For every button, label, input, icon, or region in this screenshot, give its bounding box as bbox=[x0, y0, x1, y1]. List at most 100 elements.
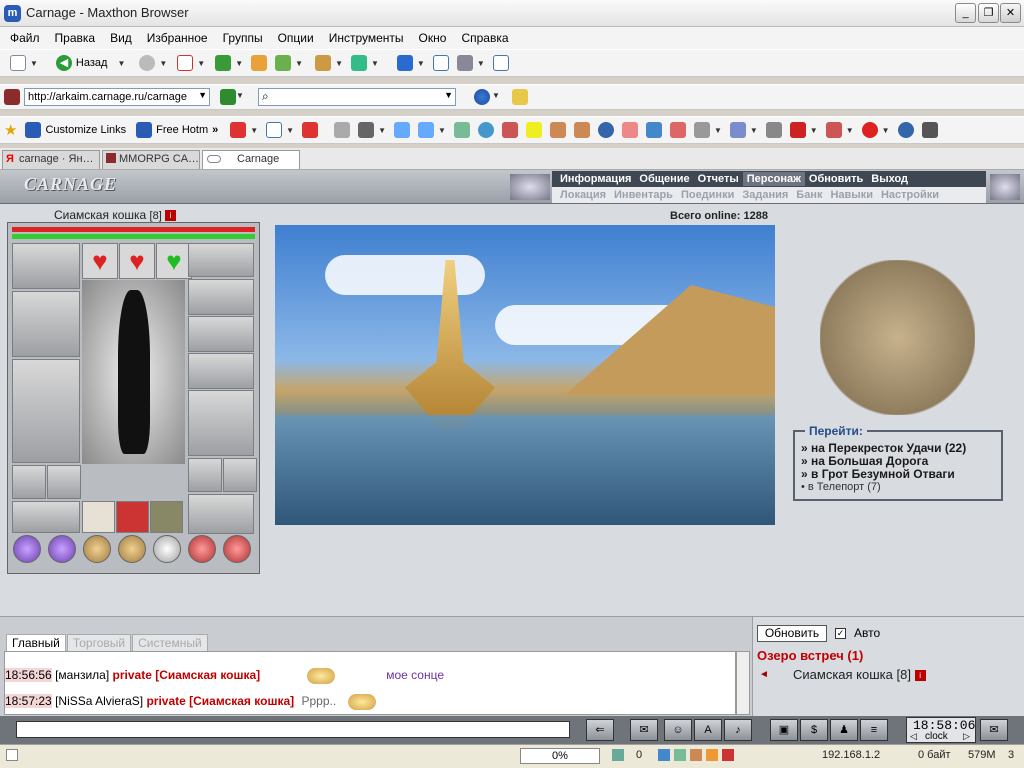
sidebar-icon[interactable] bbox=[432, 55, 449, 71]
chevron-down-icon[interactable]: ▼ bbox=[235, 59, 243, 68]
life-slot-3[interactable]: ♥ bbox=[156, 243, 192, 279]
chevron-down-icon[interactable]: ▼ bbox=[846, 126, 854, 135]
earrings-slot[interactable] bbox=[188, 243, 254, 277]
chevron-down-icon[interactable]: ▼ bbox=[286, 126, 294, 135]
glasses-icon[interactable] bbox=[921, 122, 938, 138]
close-button[interactable]: ✕ bbox=[1000, 3, 1021, 23]
zoom-in-icon[interactable] bbox=[418, 122, 435, 138]
gloves-slot[interactable] bbox=[188, 353, 254, 389]
whisper-arrow-icon[interactable]: ◄ bbox=[759, 669, 769, 680]
sound-status-icon[interactable] bbox=[722, 749, 734, 761]
chevron-down-icon[interactable]: ▼ bbox=[295, 59, 303, 68]
tab-yandex[interactable]: Яcarnage · Ян… bbox=[2, 150, 100, 169]
back-button[interactable]: ◀ Назад bbox=[52, 55, 107, 71]
goto-link-crossroad[interactable]: » на Перекресток Удачи (22) bbox=[801, 441, 966, 455]
weapon-slot[interactable] bbox=[12, 291, 80, 357]
rune-slot-5[interactable] bbox=[153, 535, 181, 563]
menu-tools[interactable]: Инструменты bbox=[329, 31, 404, 45]
nav-character[interactable]: Персонаж bbox=[742, 172, 805, 186]
message-private[interactable]: private [Сиамская кошка] bbox=[146, 694, 294, 708]
chevron-down-icon[interactable]: ▼ bbox=[492, 91, 500, 100]
refresh-icon[interactable] bbox=[215, 55, 232, 71]
message-time[interactable]: 18:56:56 bbox=[5, 668, 52, 683]
chevron-down-icon[interactable]: ▼ bbox=[417, 59, 425, 68]
update-button[interactable]: Обновить bbox=[757, 625, 827, 642]
chat-tab-main[interactable]: Главный bbox=[6, 634, 66, 651]
chat-tab-trade[interactable]: Торговый bbox=[66, 634, 132, 651]
nav-refresh[interactable]: Обновить bbox=[805, 172, 867, 186]
nav-fights[interactable]: Поединки bbox=[677, 188, 738, 202]
up-icon[interactable] bbox=[275, 55, 292, 71]
zoom-icon[interactable] bbox=[394, 122, 411, 138]
info-badge-icon[interactable]: i bbox=[914, 670, 926, 682]
location-map[interactable] bbox=[820, 260, 975, 415]
action-face-icon[interactable] bbox=[150, 501, 183, 533]
eraser-icon[interactable] bbox=[669, 122, 686, 138]
clock-left-icon[interactable]: ◁ bbox=[910, 731, 917, 742]
rune-slot-3[interactable] bbox=[83, 535, 111, 563]
close-all-icon[interactable] bbox=[302, 122, 319, 138]
go-icon[interactable] bbox=[220, 89, 236, 105]
nav-bank[interactable]: Банк bbox=[792, 188, 826, 202]
ring-slot-3[interactable] bbox=[188, 458, 222, 492]
goto-link-grotto[interactable]: » в Грот Безумной Отваги bbox=[801, 467, 955, 481]
chevron-down-icon[interactable]: ▼ bbox=[438, 126, 446, 135]
chevron-down-icon[interactable]: ▼ bbox=[882, 126, 890, 135]
save-icon[interactable] bbox=[334, 122, 351, 138]
img-status-icon[interactable] bbox=[674, 749, 686, 761]
chat-input[interactable] bbox=[16, 721, 570, 738]
chevron-down-icon[interactable]: ▼ bbox=[477, 59, 485, 68]
nav-info[interactable]: Информация bbox=[556, 172, 635, 186]
grid-icon[interactable] bbox=[729, 122, 746, 138]
palette-icon[interactable] bbox=[549, 122, 566, 138]
chevron-down-icon[interactable]: ▼ bbox=[197, 59, 205, 68]
nav-settings[interactable]: Настройки bbox=[877, 188, 943, 202]
nav-exit[interactable]: Выход bbox=[867, 172, 912, 186]
shield-slot[interactable] bbox=[188, 390, 254, 456]
chat-tab-system[interactable]: Системный bbox=[132, 634, 208, 651]
nav-skills[interactable]: Навыки bbox=[826, 188, 877, 202]
action-move-icon[interactable] bbox=[82, 501, 115, 533]
search-field[interactable]: ⌕ ▼ bbox=[258, 88, 456, 106]
tab-mmorpg[interactable]: MMORPG CA… bbox=[102, 150, 200, 169]
navigation-icon[interactable] bbox=[897, 122, 914, 138]
palette2-icon[interactable] bbox=[573, 122, 590, 138]
address-field[interactable]: http://arkaim.carnage.ru/carnage ▼ bbox=[24, 88, 210, 106]
print-icon[interactable] bbox=[456, 55, 473, 71]
chevron-down-icon[interactable]: ▼ bbox=[750, 126, 758, 135]
nav-quests[interactable]: Задания bbox=[738, 188, 792, 202]
globe-icon[interactable] bbox=[474, 89, 490, 105]
chevron-down-icon[interactable]: ▼ bbox=[30, 59, 38, 68]
tools-icon[interactable] bbox=[765, 122, 782, 138]
favorites-tree-icon[interactable] bbox=[350, 55, 367, 71]
message-user[interactable]: [NiSSa AlvieraS] bbox=[55, 694, 143, 708]
capture-icon[interactable] bbox=[645, 122, 662, 138]
java-status-icon[interactable] bbox=[690, 749, 702, 761]
star-icon[interactable]: ★ bbox=[4, 121, 17, 139]
scroll-icon[interactable]: ≡ bbox=[860, 719, 888, 741]
chevron-down-icon[interactable]: ▼ bbox=[250, 126, 258, 135]
edit-icon[interactable] bbox=[693, 122, 710, 138]
ring-slot-1[interactable] bbox=[12, 465, 46, 499]
chevron-down-icon[interactable]: ▼ bbox=[236, 91, 244, 100]
stop-icon[interactable] bbox=[177, 55, 194, 71]
chevron-down-icon[interactable]: ▼ bbox=[159, 59, 167, 68]
chat-scrollbar[interactable] bbox=[736, 651, 750, 715]
life-slot-2[interactable]: ♥ bbox=[119, 243, 155, 279]
gmail-icon[interactable] bbox=[789, 122, 806, 138]
menu-groups[interactable]: Группы bbox=[223, 31, 263, 45]
nav-inventory[interactable]: Инвентарь bbox=[610, 188, 677, 202]
chevron-down-icon[interactable]: ▼ bbox=[198, 90, 207, 100]
sound-icon[interactable]: ♪ bbox=[724, 719, 752, 741]
groups-icon[interactable] bbox=[315, 55, 332, 71]
magnifier-icon[interactable] bbox=[621, 122, 638, 138]
chest-icon[interactable]: ▣ bbox=[770, 719, 798, 741]
coins-icon[interactable]: $ bbox=[800, 719, 828, 741]
menu-view[interactable]: Вид bbox=[110, 31, 132, 45]
menu-options[interactable]: Опции bbox=[278, 31, 314, 45]
compass-icon[interactable] bbox=[597, 122, 614, 138]
menu-help[interactable]: Справка bbox=[461, 31, 508, 45]
rune-slot-1[interactable] bbox=[13, 535, 41, 563]
chevron-down-icon[interactable]: ▼ bbox=[371, 59, 379, 68]
new-page-icon[interactable] bbox=[10, 55, 26, 71]
